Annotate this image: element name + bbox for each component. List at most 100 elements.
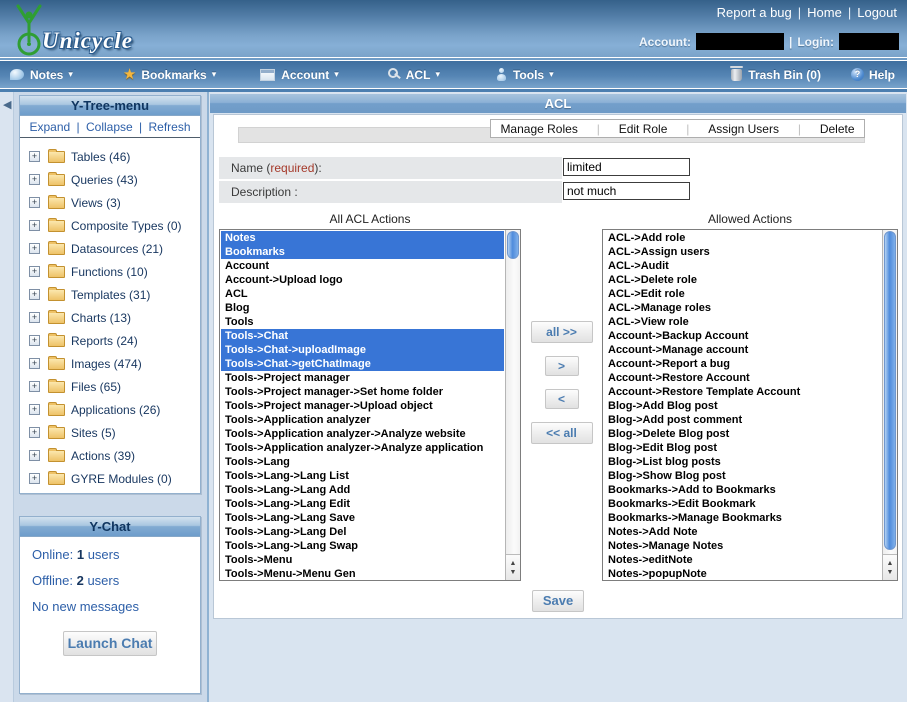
description-input[interactable] — [563, 182, 690, 200]
list-option[interactable]: Tools->Chat->getChatImage — [221, 357, 504, 371]
list-option[interactable]: Blog->Delete Blog post — [604, 427, 881, 441]
tree-item[interactable]: +Composite Types (0) — [29, 214, 200, 237]
list-option[interactable]: Tools->Project manager->Set home folder — [221, 385, 504, 399]
list-option[interactable]: Account->Restore Account — [604, 371, 881, 385]
tree-item[interactable]: +Queries (43) — [29, 168, 200, 191]
expand-icon[interactable]: + — [29, 381, 40, 392]
move-right-button[interactable]: > — [545, 356, 579, 376]
scroll-up-icon[interactable]: ▲ — [510, 560, 517, 567]
list-option[interactable]: Notes->Manage Notes — [604, 539, 881, 553]
list-option[interactable]: Tools->Menu->Menu Gen — [221, 567, 504, 579]
list-option[interactable]: Tools->Project manager — [221, 371, 504, 385]
list-option[interactable]: Tools->Chat — [221, 329, 504, 343]
nav-acl[interactable]: ACL ▾ — [387, 68, 440, 82]
tab-assign-users[interactable]: Assign Users — [708, 122, 779, 136]
list-option[interactable]: Tools->Menu — [221, 553, 504, 567]
list-option[interactable]: Tools->Lang->Lang Del — [221, 525, 504, 539]
home-link[interactable]: Home — [807, 5, 842, 20]
expand-icon[interactable]: + — [29, 151, 40, 162]
tree-item[interactable]: +Images (474) — [29, 352, 200, 375]
move-left-button[interactable]: < — [545, 389, 579, 409]
list-option[interactable]: Blog->List blog posts — [604, 455, 881, 469]
list-option[interactable]: Blog->Add post comment — [604, 413, 881, 427]
list-option[interactable]: Notes->Add Note — [604, 525, 881, 539]
list-option[interactable]: ACL->Assign users — [604, 245, 881, 259]
app-logo[interactable]: Unicycle — [12, 1, 133, 56]
list-option[interactable]: Tools->Lang->Lang Add — [221, 483, 504, 497]
list-option[interactable]: Bookmarks->Edit Bookmark — [604, 497, 881, 511]
allowed-actions-scrollbar[interactable]: ▲ ▼ — [882, 230, 897, 580]
logout-link[interactable]: Logout — [857, 5, 897, 20]
name-input[interactable] — [563, 158, 690, 176]
nav-bookmarks[interactable]: ★ Bookmarks ▾ — [123, 68, 216, 82]
expand-icon[interactable]: + — [29, 473, 40, 484]
list-option[interactable]: Account->Report a bug — [604, 357, 881, 371]
expand-icon[interactable]: + — [29, 243, 40, 254]
move-all-right-button[interactable]: all >> — [531, 321, 593, 343]
expand-icon[interactable]: + — [29, 427, 40, 438]
all-actions-listbox[interactable]: NotesBookmarksAccountAccount->Upload log… — [219, 229, 521, 581]
scroll-down-icon[interactable]: ▼ — [887, 569, 894, 576]
scrollbar-thumb[interactable] — [884, 231, 896, 550]
expand-icon[interactable]: + — [29, 289, 40, 300]
list-option[interactable]: Notes->popupNote — [604, 567, 881, 579]
expand-icon[interactable]: + — [29, 404, 40, 415]
list-option[interactable]: Account->Upload logo — [221, 273, 504, 287]
list-option[interactable]: Tools->Lang->Lang Swap — [221, 539, 504, 553]
list-option[interactable]: Tools->Lang->Lang Save — [221, 511, 504, 525]
scroll-up-icon[interactable]: ▲ — [887, 560, 894, 567]
list-option[interactable]: Blog->Edit Blog post — [604, 441, 881, 455]
list-option[interactable]: Bookmarks->Add to Bookmarks — [604, 483, 881, 497]
allowed-actions-listbox[interactable]: ACL->Add roleACL->Assign usersACL->Audit… — [602, 229, 898, 581]
collapse-link[interactable]: Collapse — [86, 120, 133, 134]
expand-icon[interactable]: + — [29, 335, 40, 346]
tab-edit-role[interactable]: Edit Role — [619, 122, 668, 136]
list-option[interactable]: ACL->Add role — [604, 231, 881, 245]
list-option[interactable]: Account->Manage account — [604, 343, 881, 357]
list-option[interactable]: ACL->Edit role — [604, 287, 881, 301]
list-option[interactable]: ACL->Delete role — [604, 273, 881, 287]
tree-item[interactable]: +Sites (5) — [29, 421, 200, 444]
list-option[interactable]: Account->Backup Account — [604, 329, 881, 343]
tab-manage-roles[interactable]: Manage Roles — [500, 122, 577, 136]
list-option[interactable]: ACL->View role — [604, 315, 881, 329]
list-option[interactable]: ACL->Manage roles — [604, 301, 881, 315]
expand-icon[interactable]: + — [29, 266, 40, 277]
list-option[interactable]: Tools->Project manager->Upload object — [221, 399, 504, 413]
tree-item[interactable]: +Charts (13) — [29, 306, 200, 329]
tab-delete[interactable]: Delete — [820, 122, 855, 136]
tree-item[interactable]: +Functions (10) — [29, 260, 200, 283]
list-option[interactable]: Blog — [221, 301, 504, 315]
list-option[interactable]: Tools->Application analyzer->Analyze app… — [221, 441, 504, 455]
save-button[interactable]: Save — [532, 590, 584, 612]
list-option[interactable]: Notes->editNote — [604, 553, 881, 567]
sidebar-collapse-handle[interactable]: ◀ — [0, 92, 14, 702]
list-option[interactable]: Bookmarks — [221, 245, 504, 259]
expand-icon[interactable]: + — [29, 450, 40, 461]
help-button[interactable]: ? Help — [851, 68, 895, 82]
trash-bin-button[interactable]: Trash Bin (0) — [731, 68, 821, 82]
list-option[interactable]: Blog->Show Blog post — [604, 469, 881, 483]
expand-icon[interactable]: + — [29, 197, 40, 208]
list-option[interactable]: Notes — [221, 231, 504, 245]
expand-icon[interactable]: + — [29, 358, 40, 369]
list-option[interactable]: Tools->Application analyzer — [221, 413, 504, 427]
list-option[interactable]: Tools — [221, 315, 504, 329]
list-option[interactable]: Tools->Lang->Lang Edit — [221, 497, 504, 511]
tree-item[interactable]: +Reports (24) — [29, 329, 200, 352]
list-option[interactable]: ACL — [221, 287, 504, 301]
all-actions-scrollbar[interactable]: ▲ ▼ — [505, 230, 520, 580]
tree-item[interactable]: +Applications (26) — [29, 398, 200, 421]
tree-item[interactable]: +GYRE Modules (0) — [29, 467, 200, 490]
list-option[interactable]: Tools->Chat->uploadImage — [221, 343, 504, 357]
tree-item[interactable]: +Tables (46) — [29, 145, 200, 168]
scroll-down-icon[interactable]: ▼ — [510, 569, 517, 576]
tree-item[interactable]: +Views (3) — [29, 191, 200, 214]
expand-icon[interactable]: + — [29, 174, 40, 185]
list-option[interactable]: Account — [221, 259, 504, 273]
nav-tools[interactable]: Tools ▾ — [496, 68, 554, 82]
nav-notes[interactable]: Notes ▾ — [10, 68, 73, 82]
move-all-left-button[interactable]: << all — [531, 422, 593, 444]
tree-item[interactable]: +Templates (31) — [29, 283, 200, 306]
report-bug-link[interactable]: Report a bug — [717, 5, 792, 20]
